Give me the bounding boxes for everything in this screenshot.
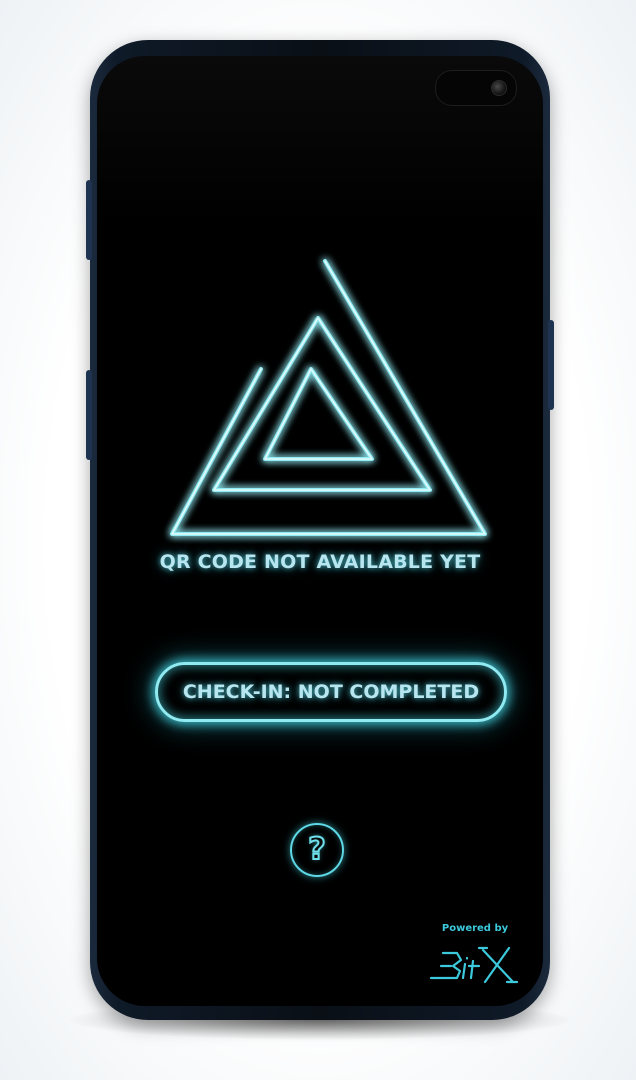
bitx-logo bbox=[429, 946, 519, 984]
camera-lens-icon bbox=[491, 80, 507, 96]
front-camera bbox=[435, 70, 517, 106]
checkin-status-button[interactable]: CHECK-IN: NOT COMPLETED bbox=[155, 662, 507, 722]
qr-status-message: QR CODE NOT AVAILABLE YET bbox=[159, 551, 481, 573]
checkin-status-label: CHECK-IN: NOT COMPLETED bbox=[182, 681, 480, 703]
side-button-left-top bbox=[86, 180, 92, 260]
neon-triangles-icon bbox=[170, 259, 487, 536]
powered-by-label: Powered by bbox=[441, 923, 509, 934]
phone-screen: QR CODE NOT AVAILABLE YET CHECK-IN: NOT … bbox=[97, 56, 543, 1006]
app-stage: QR CODE NOT AVAILABLE YET CHECK-IN: NOT … bbox=[0, 0, 636, 1080]
side-button-right bbox=[548, 320, 554, 410]
help-button[interactable]: ? bbox=[290, 823, 344, 877]
phone-frame: QR CODE NOT AVAILABLE YET CHECK-IN: NOT … bbox=[86, 40, 554, 1020]
side-button-left-bottom bbox=[86, 370, 92, 460]
question-mark-icon: ? bbox=[307, 832, 326, 867]
